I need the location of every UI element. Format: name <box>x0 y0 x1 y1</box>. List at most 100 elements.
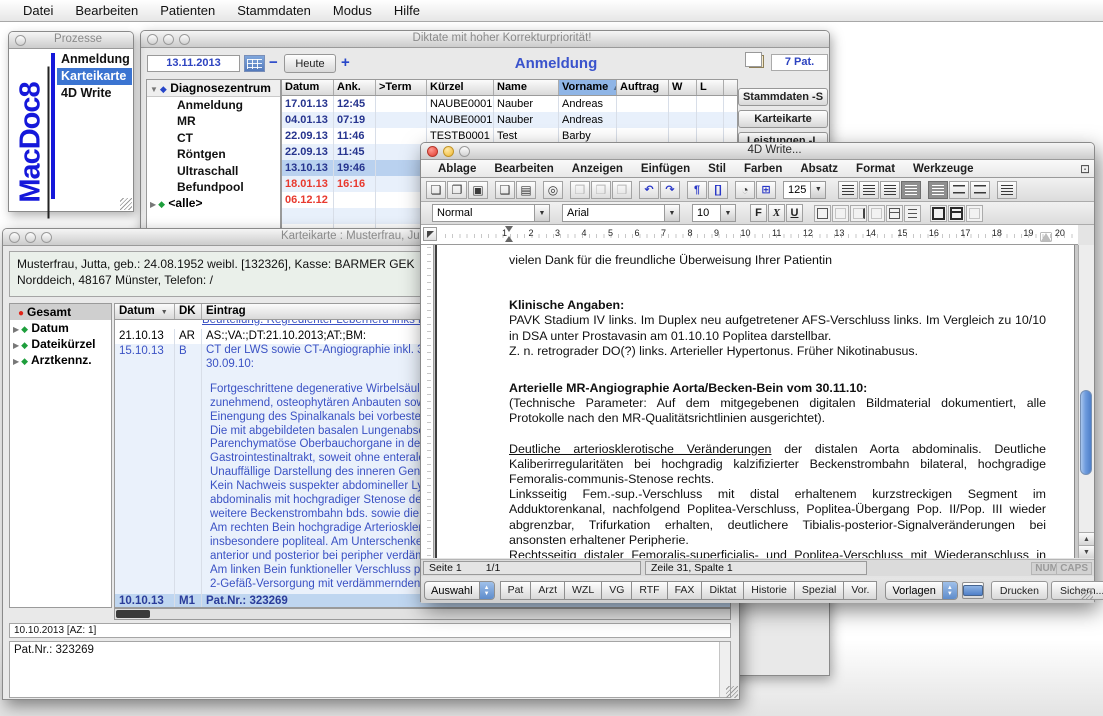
menu-modus[interactable]: Modus <box>322 0 383 22</box>
frame-outline-icon[interactable] <box>930 205 947 222</box>
redo-icon[interactable]: ↷ <box>660 181 680 199</box>
strip-button[interactable]: Diktat <box>701 581 744 600</box>
paste-reference-icon[interactable]: ❒ <box>591 181 611 199</box>
menu-datei[interactable]: Datei <box>12 0 64 22</box>
close-icon[interactable] <box>9 232 20 243</box>
size-select[interactable]: 10▼ <box>692 204 736 222</box>
vertical-align-icon[interactable] <box>928 181 948 199</box>
new-document-icon[interactable]: ❏ <box>426 181 446 199</box>
open-icon[interactable]: ❐ <box>447 181 467 199</box>
expand-triangle-icon[interactable]: ▶ <box>10 325 21 334</box>
tree-root-diagnosezentrum[interactable]: ▼◆ Diagnosezentrum <box>147 80 280 97</box>
list-icon[interactable] <box>997 181 1017 199</box>
italic-button[interactable]: X <box>768 204 785 222</box>
copy-pages-icon[interactable] <box>749 55 764 68</box>
menu-item[interactable]: Anzeigen <box>563 163 632 175</box>
prozesse-titlebar[interactable]: Prozesse <box>9 32 133 49</box>
sichern-button[interactable]: Sichern... <box>1051 581 1103 600</box>
border-middle-icon[interactable] <box>886 205 903 222</box>
col-auftrag[interactable]: Auftrag <box>617 80 669 95</box>
border-outline-icon[interactable] <box>814 205 831 222</box>
strip-button[interactable]: Spezial <box>794 581 844 600</box>
col-datum[interactable]: Datum <box>282 80 334 95</box>
printer-panel-icon[interactable] <box>962 582 984 599</box>
fields-icon[interactable]: ⊞ <box>756 181 776 199</box>
vertical-scrollbar[interactable]: ▲ ▼ <box>1078 245 1094 558</box>
horizontal-ruler[interactable]: 1234567891011121314151617181920 <box>421 225 1078 245</box>
resize-handle[interactable] <box>120 198 132 210</box>
align-right-icon[interactable] <box>880 181 900 199</box>
align-center-icon[interactable] <box>859 181 879 199</box>
invisibles-icon[interactable]: [] <box>708 181 728 199</box>
vorlagen-dropdown[interactable]: Vorlagen▲▼ <box>885 581 957 600</box>
menu-patienten[interactable]: Patienten <box>149 0 226 22</box>
tree-item-alle[interactable]: ▶◆ <alle> <box>147 195 280 212</box>
menu-item[interactable]: Format <box>847 163 904 175</box>
strip-button[interactable]: Arzt <box>530 581 565 600</box>
tree-item[interactable]: Ultraschall <box>147 163 280 179</box>
strip-button[interactable]: Historie <box>743 581 795 600</box>
border-left-icon[interactable] <box>868 205 885 222</box>
menu-item[interactable]: Einfügen <box>632 163 699 175</box>
expand-triangle-icon[interactable]: ▶ <box>10 341 21 350</box>
bold-button[interactable]: F <box>750 204 767 222</box>
minimize-icon[interactable] <box>25 232 36 243</box>
close-icon[interactable] <box>427 146 438 157</box>
filter-dateikuerzel[interactable]: ▶◆ Dateikürzel <box>10 336 111 352</box>
calendar-icon[interactable] <box>244 55 265 72</box>
col-l[interactable]: L <box>697 80 724 95</box>
menu-item[interactable]: Stil <box>699 163 735 175</box>
align-left-icon[interactable] <box>838 181 858 199</box>
process-item-4d-write[interactable]: 4D Write <box>57 85 132 102</box>
filter-gesamt[interactable]: ●Gesamt <box>10 304 111 320</box>
save-icon[interactable]: ▣ <box>468 181 488 199</box>
auswahl-dropdown[interactable]: Auswahl▲▼ <box>424 581 495 600</box>
strip-button[interactable]: WZL <box>564 581 602 600</box>
table-row[interactable]: 04.01.1307:19NAUBE0001NauberAndreas <box>282 112 737 128</box>
zoom-select[interactable]: 125▼ <box>783 181 826 199</box>
tab-stop-icon[interactable] <box>423 227 437 241</box>
border-rows-icon[interactable] <box>904 205 921 222</box>
diktate-titlebar[interactable]: Diktate mit hoher Korrekturpriorität! <box>141 31 829 48</box>
resize-handle[interactable] <box>1081 588 1093 600</box>
entry-date-field[interactable]: 10.10.2013 [AZ: 1] <box>9 623 731 638</box>
filter-datum[interactable]: ▶◆ Datum <box>10 320 111 336</box>
close-icon[interactable] <box>147 34 158 45</box>
col-dk[interactable]: DK <box>175 304 202 319</box>
font-select[interactable]: Arial▼ <box>562 204 680 222</box>
date-plus-button[interactable]: + <box>341 54 350 71</box>
border-none-icon[interactable] <box>832 205 849 222</box>
menu-stammdaten[interactable]: Stammdaten <box>226 0 322 22</box>
scroll-up-icon[interactable]: ▲ <box>1079 532 1094 545</box>
frame-split-icon[interactable] <box>948 205 965 222</box>
entry-text-area[interactable]: Pat.Nr.: 323269 <box>9 641 731 698</box>
minimize-icon[interactable] <box>163 34 174 45</box>
menu-item[interactable]: Absatz <box>791 163 847 175</box>
line-spacing-double-icon[interactable] <box>970 181 990 199</box>
menu-item[interactable]: Bearbeiten <box>485 163 562 175</box>
col-vorname[interactable]: Vorname <box>559 80 617 95</box>
scroll-down-icon[interactable]: ▼ <box>1079 545 1094 558</box>
col-ank[interactable]: Ank. <box>334 80 376 95</box>
date-minus-button[interactable]: − <box>269 54 278 71</box>
heute-button[interactable]: Heute <box>284 54 336 73</box>
document-text[interactable]: vielen Dank für die freundliche Überweis… <box>437 245 1074 558</box>
find-icon[interactable]: ◎ <box>543 181 563 199</box>
scrollbar-thumb[interactable] <box>1080 390 1092 475</box>
write-titlebar[interactable]: 4D Write... <box>421 143 1094 160</box>
col-w[interactable]: W <box>669 80 697 95</box>
print-preview-icon[interactable]: ❑ <box>495 181 515 199</box>
date-field[interactable]: 13.11.2013 <box>147 55 240 72</box>
copy-reference-icon[interactable]: ❒ <box>570 181 590 199</box>
frame-none-icon[interactable] <box>966 205 983 222</box>
strip-button[interactable]: FAX <box>667 581 703 600</box>
col-kuerzel[interactable]: Kürzel <box>427 80 494 95</box>
col-datum[interactable]: Datum <box>115 304 175 319</box>
split-window-icon[interactable]: ⊡ <box>1080 162 1090 176</box>
tree-item[interactable]: Befundpool <box>147 179 280 195</box>
tree-item[interactable]: CT <box>147 130 280 146</box>
process-item-karteikarte[interactable]: Karteikarte <box>57 68 132 85</box>
expand-triangle-icon[interactable]: ▶ <box>10 357 21 366</box>
menu-hilfe[interactable]: Hilfe <box>383 0 431 22</box>
document-page[interactable]: vielen Dank für die freundliche Überweis… <box>435 245 1075 558</box>
